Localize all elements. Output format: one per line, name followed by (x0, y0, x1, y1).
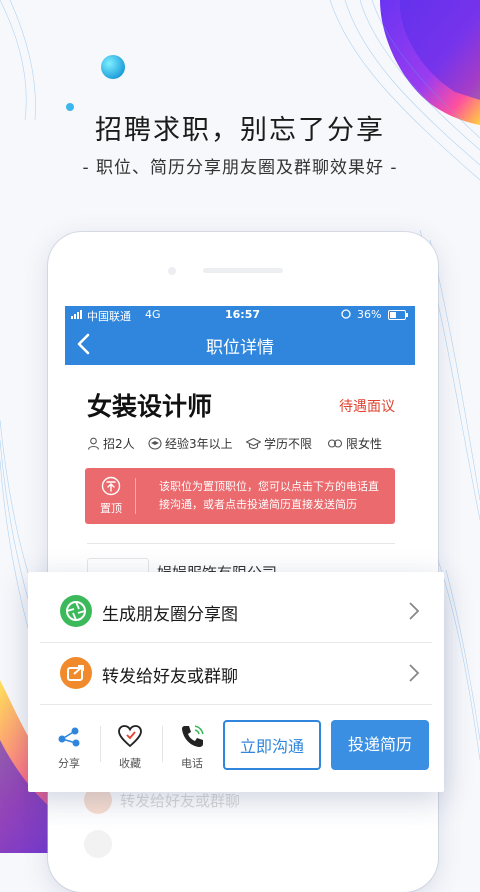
sheet-divider (40, 642, 432, 643)
ghost-share-label: 转发给好友或群聊 (120, 792, 241, 810)
section-divider (87, 543, 395, 544)
notice-message: 该职位为置顶职位，您可以点击下方的电话直接沟通，或者点击投递简历直接发送简历 (159, 480, 379, 511)
signal-icon (71, 309, 85, 322)
job-title: 女装设计师 (87, 392, 213, 421)
tag-experience: 经验3年以上 (148, 435, 233, 452)
phone-action-label: 电话 (181, 757, 203, 770)
graduation-cap-icon (246, 437, 261, 450)
tag-education: 学历不限 (246, 435, 312, 452)
share-moments-label: 生成朋友圈分享图 (102, 605, 238, 625)
ghost-icon (84, 830, 112, 858)
share-icon (58, 727, 80, 747)
phone-icon (182, 725, 204, 747)
battery-percent: 36% (357, 308, 382, 321)
share-action[interactable]: 分享 (41, 720, 97, 774)
pin-label: 置顶 (100, 502, 122, 515)
chat-now-button[interactable]: 立即沟通 (223, 720, 321, 770)
battery-icon (388, 310, 408, 323)
rotation-lock-icon (341, 309, 351, 322)
share-action-label: 分享 (58, 757, 80, 770)
person-icon (87, 437, 100, 450)
camera-dot (168, 267, 176, 275)
clock: 16:57 (225, 308, 261, 321)
pin-badge: 置顶 (99, 476, 123, 518)
action-separator (162, 726, 163, 762)
speaker-slot (203, 268, 283, 273)
banner-headline: 招聘求职，别忘了分享 (95, 115, 385, 146)
favorite-action[interactable]: 收藏 (102, 720, 158, 774)
share-forward-item[interactable]: 转发给好友或群聊 (40, 644, 432, 702)
chevron-right-icon (409, 664, 420, 682)
heart-icon (118, 725, 142, 748)
forward-icon (60, 657, 92, 689)
banner-subline: - 职位、简历分享朋友圈及群聊效果好 - (82, 158, 398, 178)
nav-bar: 职位详情 (65, 323, 415, 365)
share-forward-label: 转发给好友或群聊 (102, 667, 238, 687)
carrier: 中国联通 (87, 310, 131, 323)
gender-icon (327, 439, 343, 448)
tag-headcount: 招2人 (87, 435, 135, 452)
sheet-divider (40, 704, 432, 705)
apply-resume-button[interactable]: 投递简历 (331, 720, 429, 770)
pinned-notice: 置顶 该职位为置顶职位，您可以点击下方的电话直接沟通，或者点击投递简历直接发送简… (85, 468, 395, 524)
network-type: 4G (145, 308, 161, 321)
notice-separator (135, 478, 136, 514)
phone-action[interactable]: 电话 (164, 720, 220, 774)
experience-icon (148, 437, 162, 450)
chevron-right-icon (409, 602, 420, 620)
camera-shutter-icon (60, 595, 92, 627)
action-separator (100, 726, 101, 762)
tag-gender: 限女性 (327, 435, 382, 452)
favorite-action-label: 收藏 (119, 757, 141, 770)
status-bar: 中国联通 4G 16:57 36% (65, 306, 415, 323)
nav-title: 职位详情 (206, 338, 274, 358)
pin-top-icon (101, 476, 121, 496)
salary-label: 待遇面议 (339, 399, 395, 415)
share-moments-item[interactable]: 生成朋友圈分享图 (40, 582, 432, 640)
